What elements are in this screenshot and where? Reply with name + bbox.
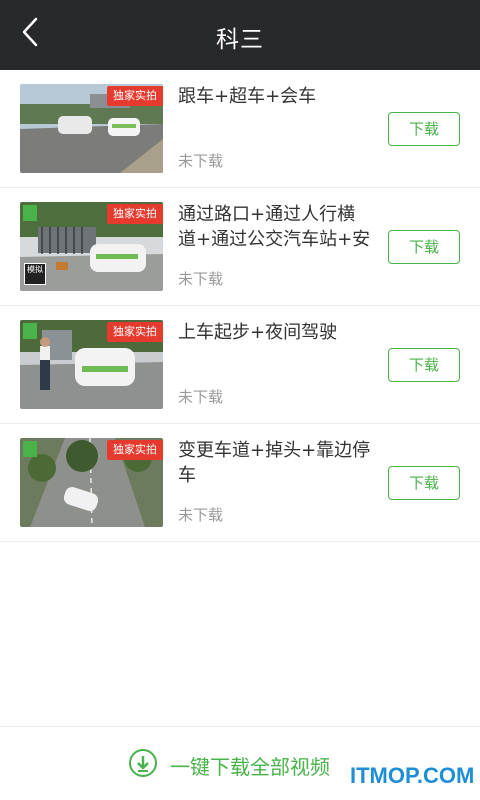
video-thumbnail[interactable]: 独家实拍: [20, 84, 163, 173]
video-thumbnail[interactable]: 独家实拍: [20, 320, 163, 409]
download-all-bar[interactable]: 一键下载全部视频 ITMOP.COM: [0, 726, 480, 800]
list-item[interactable]: 独家实拍 跟车+超车+会车 未下载 下载: [0, 70, 480, 188]
brand-logo-icon: [23, 205, 37, 221]
watermark: ITMOP.COM: [350, 763, 475, 788]
download-all-button[interactable]: 一键下载全部视频: [170, 751, 330, 780]
video-title: 跟车+超车+会车: [178, 86, 317, 107]
download-circle-icon: [129, 749, 157, 777]
download-button[interactable]: 下载: [388, 348, 460, 382]
page-title: 科三: [216, 27, 264, 53]
video-title: 通过路口+通过人行横道+通过公交汽车站+安: [178, 204, 371, 250]
top-bar: 科三: [0, 0, 480, 70]
download-status: 未下载: [178, 506, 224, 524]
download-status: 未下载: [178, 270, 224, 288]
list-item[interactable]: 独家实拍 变更车道+掉头+靠边停车 未下载 下载: [0, 424, 480, 542]
download-status: 未下载: [178, 152, 224, 170]
list-item[interactable]: 独家实拍 上车起步+夜间驾驶 未下载 下载: [0, 306, 480, 424]
exclusive-tag: 独家实拍: [107, 440, 163, 460]
exclusive-tag: 独家实拍: [107, 322, 163, 342]
download-status: 未下载: [178, 388, 224, 406]
video-list: 独家实拍 跟车+超车+会车 未下载 下载 独家实拍 模拟 通过路口+通过人行横道…: [0, 70, 480, 542]
download-button[interactable]: 下载: [388, 466, 460, 500]
brand-logo-icon: [23, 323, 37, 339]
exclusive-tag: 独家实拍: [107, 86, 163, 106]
video-title: 上车起步+夜间驾驶: [178, 322, 338, 343]
video-thumbnail[interactable]: 独家实拍: [20, 438, 163, 527]
simulation-badge: 模拟: [24, 263, 46, 285]
video-title: 变更车道+掉头+靠边停车: [178, 440, 371, 486]
list-item[interactable]: 独家实拍 模拟 通过路口+通过人行横道+通过公交汽车站+安 未下载 下载: [0, 188, 480, 306]
exclusive-tag: 独家实拍: [107, 204, 163, 224]
brand-logo-icon: [23, 441, 37, 457]
download-button[interactable]: 下载: [388, 112, 460, 146]
download-button[interactable]: 下载: [388, 230, 460, 264]
video-thumbnail[interactable]: 独家实拍 模拟: [20, 202, 163, 291]
